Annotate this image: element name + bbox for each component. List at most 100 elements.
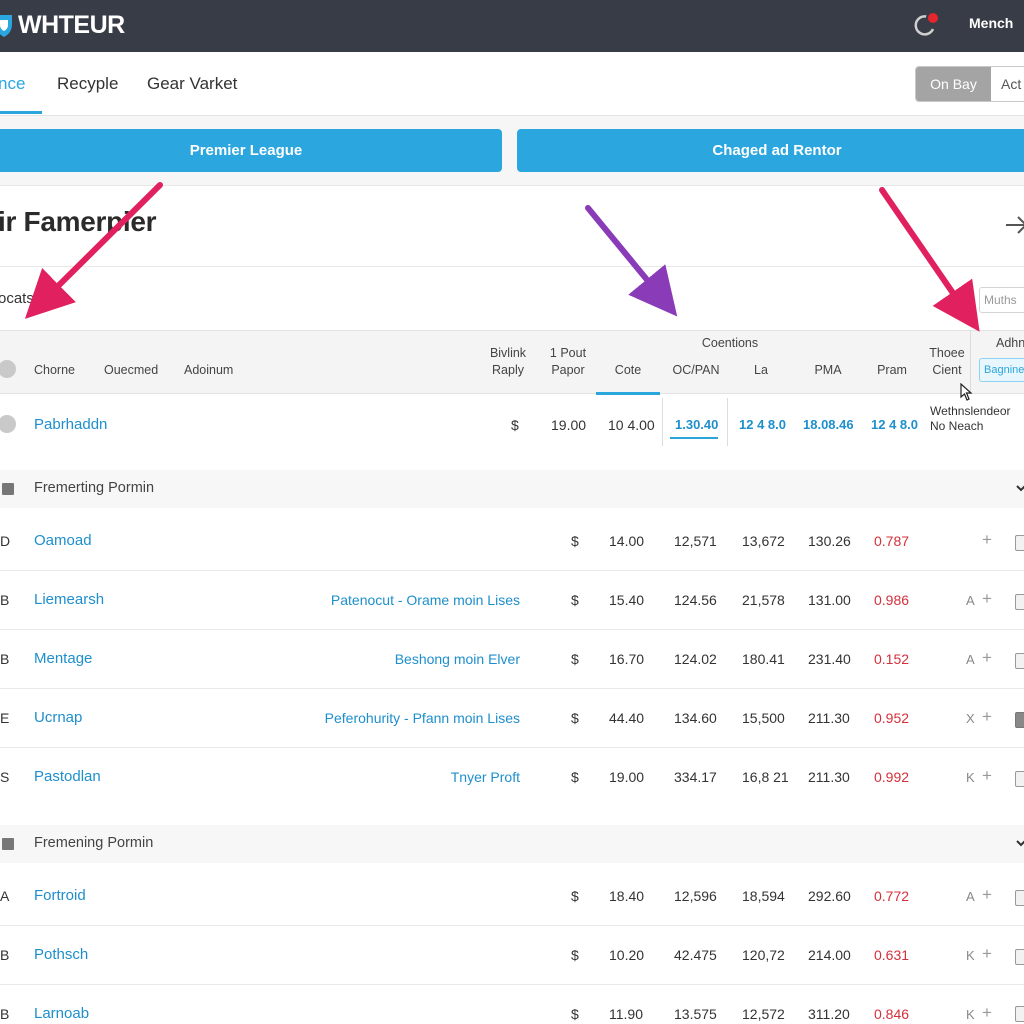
add-icon[interactable]: +	[982, 1003, 992, 1023]
charged-renter-button[interactable]: Chaged ad Rentor	[517, 129, 1024, 172]
row-checkbox[interactable]	[1015, 949, 1024, 965]
notification-badge	[926, 11, 940, 25]
add-icon[interactable]: +	[982, 707, 992, 727]
row-value: 10.20	[609, 947, 645, 963]
row-checkbox[interactable]	[1015, 594, 1024, 610]
row-value: 124.56	[674, 592, 717, 608]
row-action[interactable]: X	[966, 711, 975, 726]
row-select-icon[interactable]	[0, 415, 16, 433]
segment-on-bay[interactable]: On Bay	[916, 67, 991, 101]
add-icon[interactable]: +	[982, 648, 992, 668]
row-action[interactable]: K	[966, 770, 975, 785]
row-value-negative: 0.772	[874, 888, 910, 904]
row-description[interactable]: Beshong moin Elver	[395, 651, 520, 667]
summary-name[interactable]: Pabrhaddn	[34, 416, 107, 433]
menu-button[interactable]: Mench	[969, 15, 1013, 31]
page-title: ir Famerpier	[0, 206, 157, 237]
row-checkbox[interactable]	[1015, 535, 1024, 551]
row-value: 18,594	[742, 888, 785, 904]
row-letter: B	[0, 592, 10, 608]
arrow-right-icon[interactable]	[1004, 214, 1024, 236]
group-header[interactable]: Fremening Pormin	[0, 825, 1024, 863]
row-description[interactable]: Patenocut - Orame moin Lises	[331, 592, 520, 608]
summary-value: 12 4 8.0	[871, 417, 918, 432]
add-icon[interactable]: +	[982, 766, 992, 786]
row-value-negative: 0.846	[874, 1006, 910, 1022]
row-checkbox[interactable]	[1015, 653, 1024, 669]
row-description[interactable]: Peferohurity - Pfann moin Lises	[325, 710, 520, 726]
row-value: 134.60	[674, 710, 717, 726]
column-header[interactable]: Ouecmed	[104, 362, 158, 379]
column-header[interactable]: Adoinum	[184, 362, 233, 379]
row-value: 120,72	[742, 947, 785, 963]
row-name[interactable]: Pastodlan	[34, 768, 101, 785]
row-checkbox[interactable]	[1015, 712, 1024, 728]
segment-act[interactable]: Act	[991, 67, 1024, 101]
summary-value: 10 4.00	[608, 417, 655, 433]
filter-band: Premier League Chaged ad Rentor	[0, 116, 1024, 186]
row-value: 44.40	[609, 710, 645, 726]
column-header[interactable]: Adhni	[990, 335, 1024, 352]
row-action[interactable]: K	[966, 948, 975, 963]
summary-value-highlight[interactable]: 1.30.40	[675, 417, 718, 432]
row-currency: $	[571, 710, 579, 726]
row-value: 14.00	[609, 533, 645, 549]
row-action[interactable]: A	[966, 889, 975, 904]
arrow-annotation-middle	[585, 205, 678, 317]
column-header-active[interactable]: Cote	[602, 362, 654, 379]
row-name[interactable]: Ucrnap	[34, 709, 82, 726]
row-checkbox[interactable]	[1015, 890, 1024, 906]
mouse-cursor-icon	[960, 383, 973, 401]
row-value-negative: 0.952	[874, 710, 910, 726]
column-header-line1[interactable]: Bivlink	[484, 345, 532, 362]
logo[interactable]: WHTEUR	[0, 10, 125, 40]
row-value: 11.90	[609, 1006, 643, 1022]
row-name[interactable]: Mentage	[34, 650, 92, 667]
row-name[interactable]: Larnoab	[34, 1005, 89, 1022]
add-icon[interactable]: +	[982, 589, 992, 609]
column-header[interactable]: Chorne	[34, 362, 75, 379]
top-header: WHTEUR Mench	[0, 0, 1024, 52]
chevron-down-icon[interactable]	[1016, 839, 1024, 847]
shield-logo-icon	[0, 15, 12, 37]
premier-league-button[interactable]: Premier League	[0, 129, 502, 172]
add-icon[interactable]: +	[982, 530, 992, 550]
row-letter: B	[0, 947, 10, 963]
row-action[interactable]: A	[966, 593, 975, 608]
add-icon[interactable]: +	[982, 885, 992, 905]
row-checkbox[interactable]	[1015, 1006, 1024, 1022]
group-header[interactable]: Fremerting Pormin	[0, 470, 1024, 508]
row-name[interactable]: Oamoad	[34, 532, 92, 549]
column-header[interactable]: OC/PAN	[664, 362, 728, 379]
column-header[interactable]: PMA	[804, 362, 852, 379]
row-value: 131.00	[808, 592, 851, 608]
column-header-line1[interactable]: Thoee	[924, 345, 970, 362]
active-tab-underline	[0, 111, 42, 114]
row-action[interactable]: K	[966, 1007, 975, 1022]
search-input[interactable]: Muths	[979, 287, 1024, 313]
row-currency: $	[571, 592, 579, 608]
add-icon[interactable]: +	[982, 944, 992, 964]
row-value: 13.575	[674, 1006, 717, 1022]
row-value: 12,572	[742, 1006, 785, 1022]
row-description[interactable]: Tnyer Proft	[451, 769, 520, 785]
row-value: 311.20	[808, 1006, 850, 1022]
column-header[interactable]: La	[740, 362, 782, 379]
summary-value: 19.00	[551, 417, 587, 433]
row-divider	[0, 629, 1024, 630]
row-name[interactable]: Liemearsh	[34, 591, 104, 608]
row-name[interactable]: Fortroid	[34, 887, 86, 904]
group-label: Fremerting Pormin	[34, 480, 155, 496]
row-letter: D	[0, 533, 11, 549]
column-header-line1[interactable]: 1 Pout	[544, 345, 592, 362]
tab-gear-varket[interactable]: Gear Varket	[147, 74, 237, 94]
row-name[interactable]: Pothsch	[34, 946, 88, 963]
tab-recyple[interactable]: Recyple	[57, 74, 118, 94]
chevron-down-icon[interactable]	[1016, 484, 1024, 492]
column-header[interactable]: Pram	[868, 362, 916, 379]
arrow-annotation-left	[24, 182, 163, 319]
column-filter-input[interactable]: Bagnine	[979, 358, 1024, 382]
row-checkbox[interactable]	[1015, 771, 1024, 787]
tab-active[interactable]: nce	[0, 74, 25, 94]
row-action[interactable]: A	[966, 652, 975, 667]
